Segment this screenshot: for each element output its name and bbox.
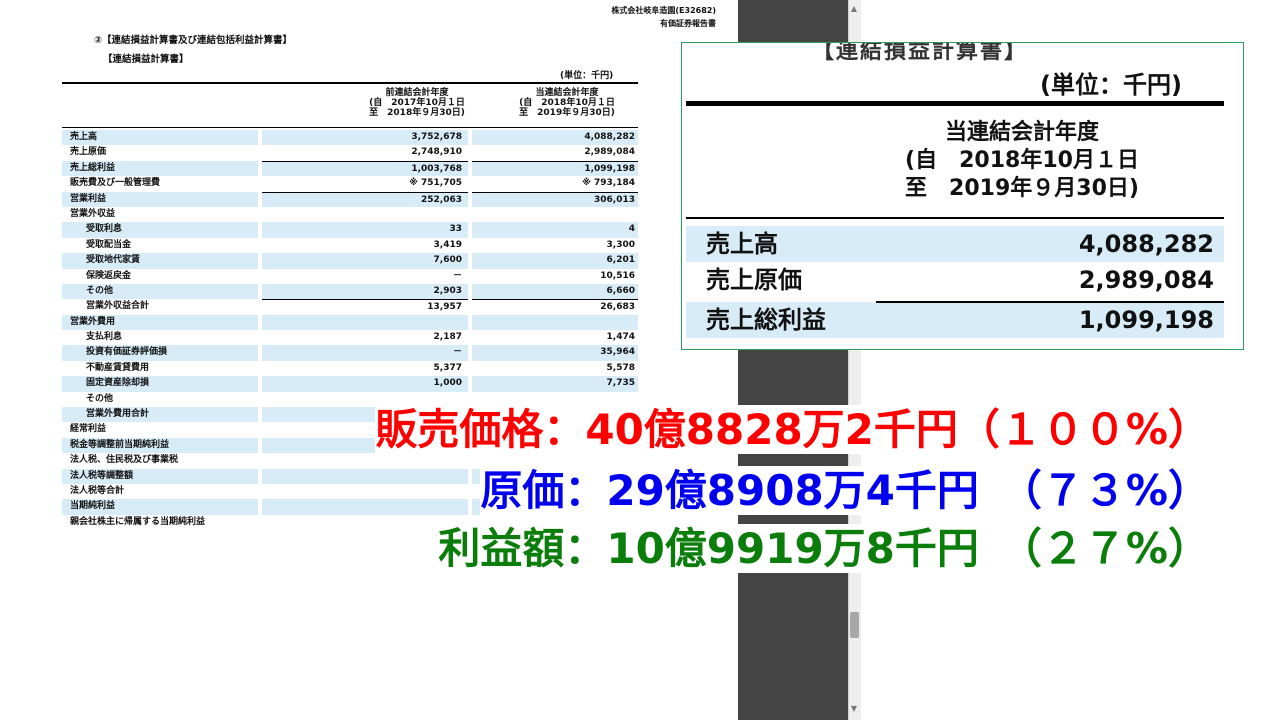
zoom-row-cost: 売上原価 2,989,084: [706, 266, 1214, 294]
table-row: 販売費及び一般管理費 ※ 751,705 ※ 793,184: [70, 178, 635, 189]
section-title: ②【連結損益計算書及び連結包括利益計算書】: [94, 35, 293, 46]
column-header-prev: 前連結会計年度 (自 2017年10月１日 至 2018年９月30日): [369, 88, 465, 118]
document-page: 株式会社岐阜造園(E32682) 有価証券報告書 ②【連結損益計算書及び連結包括…: [0, 0, 738, 720]
company-name: 株式会社岐阜造園(E32682): [611, 6, 716, 15]
table-row: 不動産賃貸費用 5,377 5,578: [86, 362, 635, 373]
table-row: 営業外収益合計 13,957 26,683: [62, 299, 638, 314]
unit-note: (単位：千円): [560, 71, 614, 81]
table-row: 営業外収益: [70, 208, 116, 219]
scrollbar-thumb[interactable]: [850, 612, 859, 638]
table-row: 売上高 3,752,678 4,088,282: [62, 130, 638, 146]
column-header-curr: 当連結会計年度 (自 2018年10月１日 至 2019年９月30日): [519, 88, 615, 118]
report-name: 有価証券報告書: [660, 19, 716, 28]
doc-header: 株式会社岐阜造園(E32682) 有価証券報告書: [611, 4, 716, 30]
table-row: 営業外費用: [62, 314, 638, 331]
scroll-up-icon[interactable]: ▲: [849, 4, 859, 14]
zoom-column-header: 当連結会計年度 (自 2018年10月１日 至 2019年９月30日): [905, 120, 1139, 201]
zoom-row-gross-profit: 売上総利益 1,099,198: [686, 301, 1224, 338]
table-row: 受取配当金 3,419 3,300: [86, 239, 635, 250]
zoom-row-sales: 売上高 4,088,282: [686, 226, 1224, 262]
overlay-cost: 原価：29億8908万4千円 （７３%）: [480, 466, 1210, 515]
table-row: 売上総利益 1,003,768 1,099,198: [62, 160, 638, 177]
overlay-sales-price: 販売価格：40億8828万2千円（１００%）: [375, 405, 1210, 454]
table-row: 営業利益 252,063 306,013: [62, 191, 638, 207]
table-row: 固定資産除却損 1,000 7,735: [62, 376, 638, 392]
zoom-unit: (単位：千円): [1040, 71, 1182, 99]
table-row: 受取地代家賃 7,600 6,201: [62, 253, 638, 269]
table-row: 受取利息 33 4: [62, 222, 638, 238]
header-rule: [62, 127, 638, 128]
scroll-down-icon[interactable]: ▼: [849, 704, 859, 714]
zoomed-excerpt: 【連結損益計算書】 (単位：千円) 当連結会計年度 (自 2018年10月１日 …: [681, 42, 1244, 350]
overlay-profit: 利益額：10億9919万8千円 （２７%）: [438, 524, 1210, 573]
table-row: 保険返戻金－ 10,516: [86, 270, 635, 281]
table-row: 投資有価証券評価損－ 35,964: [62, 345, 638, 361]
zoom-cut-title: 【連結損益計算書】: [812, 42, 1029, 64]
table-row: 支払利息 2,187 1,474: [86, 332, 635, 343]
table-row: その他 2,903 6,660: [62, 283, 638, 300]
table-row: 売上原価 2,748,910 2,989,084: [70, 147, 635, 158]
zoom-header-rule: [686, 217, 1224, 219]
sub-title: 【連結損益計算書】: [103, 54, 189, 65]
table-top-rule: [62, 82, 638, 84]
zoom-top-rule: [686, 101, 1224, 106]
